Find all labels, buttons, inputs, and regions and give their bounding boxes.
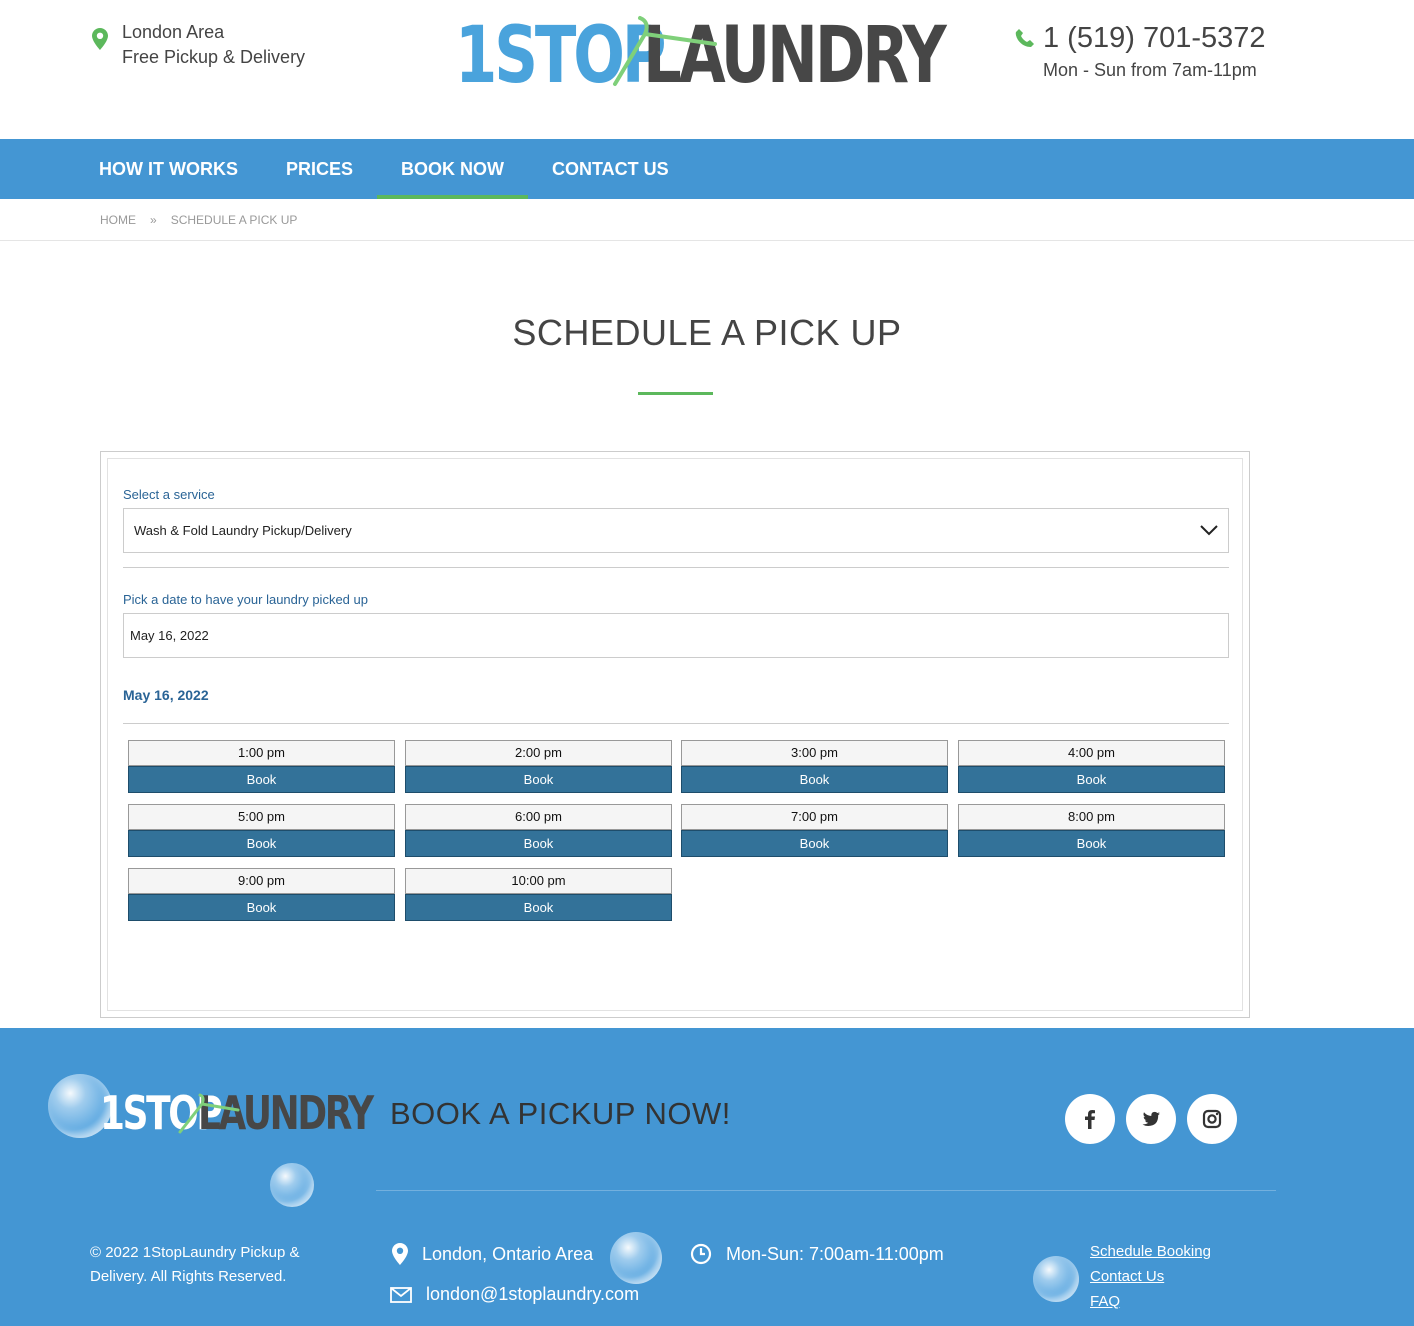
form-divider: [123, 567, 1229, 568]
map-pin-icon: [92, 28, 108, 50]
service-label: Select a service: [123, 487, 215, 502]
footer-cta[interactable]: BOOK A PICKUP NOW!: [390, 1096, 731, 1132]
phone-number[interactable]: 1 (519) 701-5372: [1043, 20, 1266, 56]
facebook-icon[interactable]: [1065, 1094, 1115, 1144]
time-slot: 9:00 pm Book: [128, 868, 395, 922]
header-location: London Area Free Pickup & Delivery: [92, 20, 305, 70]
slot-time: 9:00 pm: [128, 868, 395, 894]
title-underline: [638, 392, 713, 395]
breadcrumb: HOME » SCHEDULE A PICK UP: [0, 199, 1414, 241]
slot-time: 3:00 pm: [681, 740, 948, 766]
twitter-glyph: [1142, 1111, 1160, 1126]
facebook-glyph: [1085, 1110, 1095, 1129]
service-select[interactable]: Wash & Fold Laundry Pickup/Delivery: [123, 508, 1229, 553]
nav-how-it-works[interactable]: HOW IT WORKS: [75, 139, 262, 199]
site-logo[interactable]: 1STOP LAUNDRY: [455, 14, 1028, 98]
slot-time: 4:00 pm: [958, 740, 1225, 766]
book-button[interactable]: Book: [128, 894, 395, 921]
time-slot: 3:00 pm Book: [681, 740, 948, 794]
slot-time: 6:00 pm: [405, 804, 672, 830]
nav-book-now[interactable]: BOOK NOW: [377, 139, 529, 199]
slot-time: 1:00 pm: [128, 740, 395, 766]
bubble-decoration: [610, 1232, 662, 1284]
footer-email[interactable]: london@1stoplaundry.com: [390, 1284, 639, 1305]
time-slot: 7:00 pm Book: [681, 804, 948, 858]
chevron-down-icon: [1200, 525, 1218, 536]
footer-link-faq[interactable]: FAQ: [1090, 1291, 1211, 1313]
map-pin-icon: [392, 1243, 408, 1265]
book-button[interactable]: Book: [958, 830, 1225, 857]
nav-prices[interactable]: PRICES: [262, 139, 377, 199]
time-slot: 1:00 pm Book: [128, 740, 395, 794]
footer-logo-text-1stop: 1STOP: [100, 1086, 223, 1140]
time-slot: 8:00 pm Book: [958, 804, 1225, 858]
footer-email-text[interactable]: london@1stoplaundry.com: [426, 1284, 639, 1305]
book-button[interactable]: Book: [128, 830, 395, 857]
slot-time: 5:00 pm: [128, 804, 395, 830]
time-slot: 4:00 pm Book: [958, 740, 1225, 794]
slot-time: 8:00 pm: [958, 804, 1225, 830]
booking-form-inner: Select a service Wash & Fold Laundry Pic…: [107, 458, 1243, 1011]
bubble-decoration: [1033, 1256, 1079, 1302]
hanger-icon: [613, 16, 717, 86]
date-label: Pick a date to have your laundry picked …: [123, 592, 368, 607]
header-phone: 1 (519) 701-5372 Mon - Sun from 7am-11pm: [1015, 20, 1266, 81]
date-field[interactable]: May 16, 2022: [123, 613, 1229, 658]
instagram-glyph: [1202, 1109, 1222, 1129]
footer-divider: [376, 1190, 1276, 1191]
footer-location-text: London, Ontario Area: [422, 1243, 594, 1264]
location-area-text: London Area: [122, 22, 225, 42]
slots-divider: [123, 723, 1229, 724]
slot-time: 2:00 pm: [405, 740, 672, 766]
hanger-icon: [178, 1093, 240, 1134]
footer-hours: Mon-Sun: 7:00am-11:00pm: [690, 1243, 944, 1265]
copyright-text: © 2022 1StopLaundry Pickup & Delivery. A…: [90, 1244, 300, 1285]
footer-logo[interactable]: 1STOP LAUNDRY: [100, 1088, 421, 1138]
book-button[interactable]: Book: [405, 766, 672, 793]
footer-location: London, Ontario Area: [392, 1243, 593, 1265]
time-slot: 10:00 pm Book: [405, 868, 672, 922]
footer-link-schedule-booking[interactable]: Schedule Booking: [1090, 1241, 1211, 1263]
envelope-icon: [390, 1286, 412, 1303]
book-button[interactable]: Book: [405, 830, 672, 857]
footer-link-contact-us[interactable]: Contact Us: [1090, 1266, 1211, 1288]
page-title: SCHEDULE A PICK UP: [512, 312, 902, 353]
book-button[interactable]: Book: [405, 894, 672, 921]
clock-icon: [690, 1243, 712, 1265]
site-footer: 1STOP LAUNDRY BOOK A PICKUP NOW! © 2022 …: [0, 1028, 1414, 1326]
breadcrumb-separator: »: [150, 212, 157, 227]
book-button[interactable]: Book: [128, 766, 395, 793]
footer-hours-text: Mon-Sun: 7:00am-11:00pm: [726, 1243, 944, 1264]
slot-time: 10:00 pm: [405, 868, 672, 894]
bubble-decoration: [270, 1163, 314, 1207]
main-nav: HOW IT WORKS PRICES BOOK NOW CONTACT US: [0, 139, 1414, 199]
booking-form: Select a service Wash & Fold Laundry Pic…: [100, 451, 1250, 1018]
site-header: London Area Free Pickup & Delivery 1STOP…: [0, 0, 1414, 139]
slot-time: 7:00 pm: [681, 804, 948, 830]
instagram-icon[interactable]: [1187, 1094, 1237, 1144]
nav-contact-us[interactable]: CONTACT US: [528, 139, 693, 199]
book-button[interactable]: Book: [681, 830, 948, 857]
business-hours: Mon - Sun from 7am-11pm: [1043, 60, 1257, 80]
logo-text-1stop: 1STOP: [455, 11, 666, 101]
phone-icon: [1015, 29, 1034, 47]
breadcrumb-current: SCHEDULE A PICK UP: [170, 212, 298, 227]
selected-date-heading: May 16, 2022: [123, 687, 209, 703]
footer-links: Schedule Booking Contact Us FAQ: [1090, 1241, 1211, 1313]
time-slot: 6:00 pm Book: [405, 804, 672, 858]
breadcrumb-home[interactable]: HOME: [100, 213, 136, 227]
location-delivery-text: Free Pickup & Delivery: [122, 47, 306, 67]
book-button[interactable]: Book: [958, 766, 1225, 793]
time-slot: 2:00 pm Book: [405, 740, 672, 794]
service-select-value: Wash & Fold Laundry Pickup/Delivery: [134, 523, 352, 538]
time-slot: 5:00 pm Book: [128, 804, 395, 858]
twitter-icon[interactable]: [1126, 1094, 1176, 1144]
book-button[interactable]: Book: [681, 766, 948, 793]
